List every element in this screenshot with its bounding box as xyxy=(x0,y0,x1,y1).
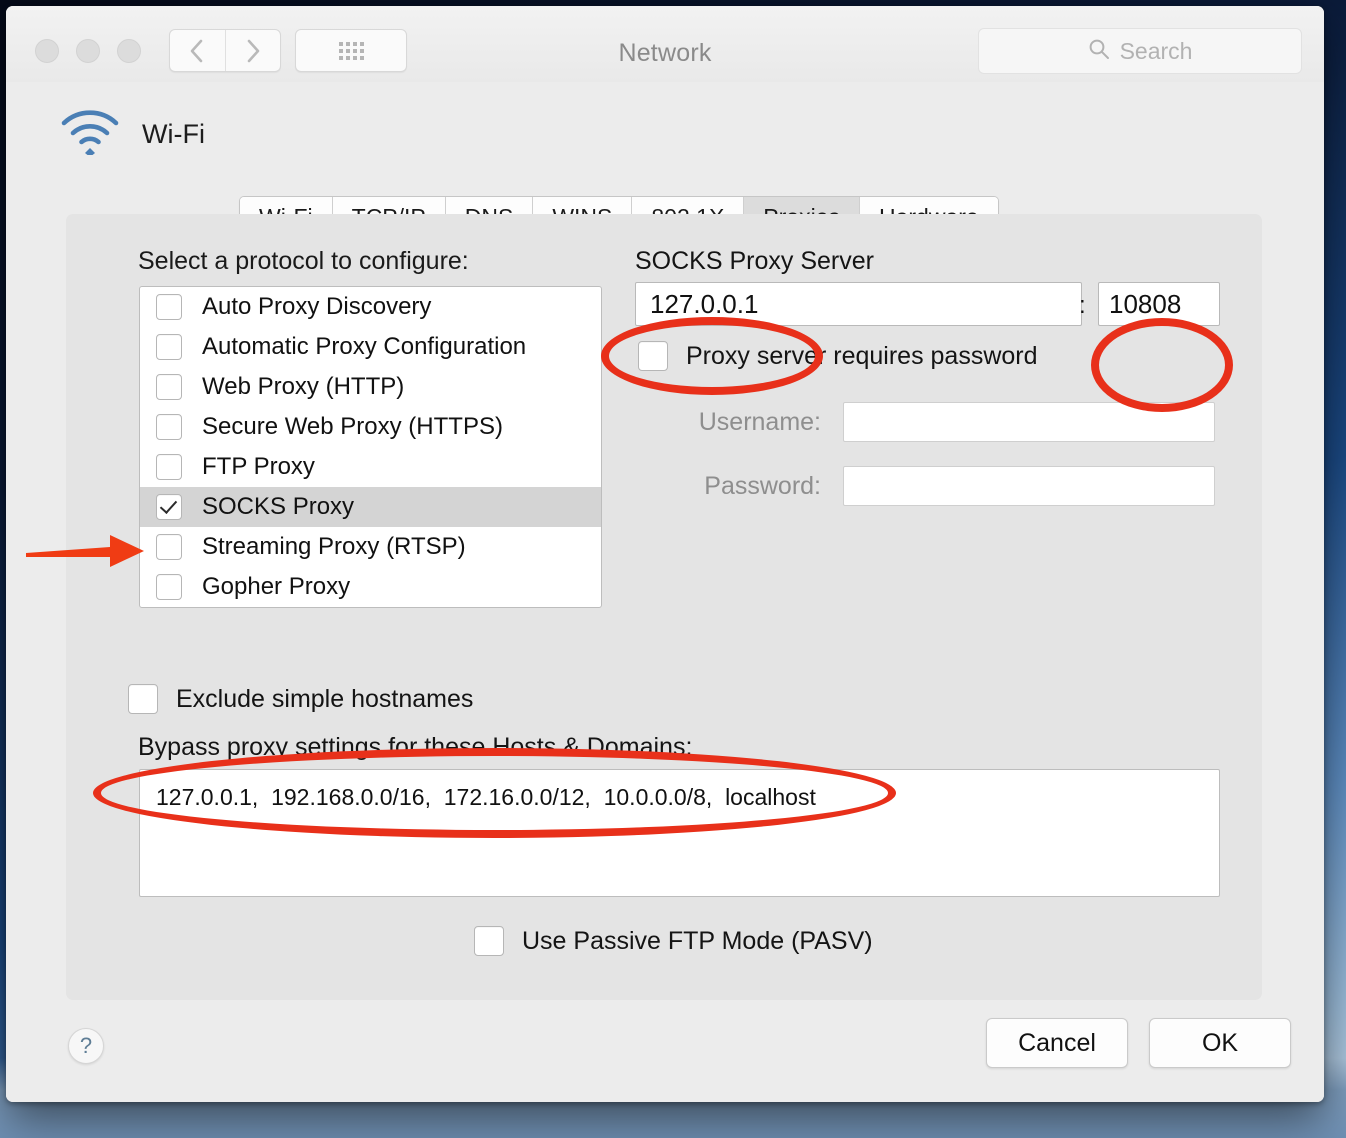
socks-host-value: 127.0.0.1 xyxy=(650,289,758,320)
checkbox-ftp-proxy[interactable] xyxy=(156,454,182,480)
password-label: Password: xyxy=(666,472,843,501)
search-icon xyxy=(1088,38,1110,65)
service-name: Wi-Fi xyxy=(142,119,205,150)
protocol-row-gopher-proxy[interactable]: Gopher Proxy xyxy=(140,567,601,607)
socks-port-value: 10808 xyxy=(1109,289,1181,320)
socks-host-input[interactable]: 127.0.0.1 xyxy=(635,282,1082,326)
password-field[interactable] xyxy=(843,466,1215,506)
wifi-icon xyxy=(60,109,120,160)
protocol-label: Secure Web Proxy (HTTPS) xyxy=(202,413,503,441)
username-row: Username: xyxy=(666,402,1215,442)
exclude-simple-hostnames-label: Exclude simple hostnames xyxy=(176,685,473,714)
password-row: Password: xyxy=(666,466,1215,506)
passive-ftp-label: Use Passive FTP Mode (PASV) xyxy=(522,927,873,956)
network-preferences-window: Network Search Wi-Fi Wi-Fi TCP/IP xyxy=(6,6,1324,1102)
username-field[interactable] xyxy=(843,402,1215,442)
checkbox-proxy-requires-password[interactable] xyxy=(638,341,668,371)
protocol-list[interactable]: Auto Proxy Discovery Automatic Proxy Con… xyxy=(139,286,602,608)
bypass-list-label: Bypass proxy settings for these Hosts & … xyxy=(138,733,692,762)
search-placeholder: Search xyxy=(1120,38,1193,65)
protocol-row-web-proxy-http[interactable]: Web Proxy (HTTP) xyxy=(140,367,601,407)
cancel-button[interactable]: Cancel xyxy=(986,1018,1128,1068)
checkbox-secure-web-proxy-https[interactable] xyxy=(156,414,182,440)
protocol-row-auto-proxy-discovery[interactable]: Auto Proxy Discovery xyxy=(140,287,601,327)
protocol-label: Web Proxy (HTTP) xyxy=(202,373,404,401)
passive-ftp-row[interactable]: Use Passive FTP Mode (PASV) xyxy=(474,926,873,956)
checkbox-use-passive-ftp-mode[interactable] xyxy=(474,926,504,956)
exclude-simple-hostnames-row[interactable]: Exclude simple hostnames xyxy=(128,684,473,714)
search-input[interactable]: Search xyxy=(978,28,1302,74)
protocol-label: Auto Proxy Discovery xyxy=(202,293,431,321)
protocol-label: SOCKS Proxy xyxy=(202,493,354,521)
host-port-separator: : xyxy=(1079,292,1086,320)
checkbox-auto-proxy-discovery[interactable] xyxy=(156,294,182,320)
protocol-row-streaming-proxy-rtsp[interactable]: Streaming Proxy (RTSP) xyxy=(140,527,601,567)
bypass-list-textarea[interactable]: 127.0.0.1, 192.168.0.0/16, 172.16.0.0/12… xyxy=(139,769,1220,897)
window-titlebar: Network Search xyxy=(6,6,1324,83)
preferences-content: Wi-Fi Wi-Fi TCP/IP DNS WINS 802.1X Proxi… xyxy=(6,82,1324,1102)
protocol-row-ftp-proxy[interactable]: FTP Proxy xyxy=(140,447,601,487)
protocol-label: Streaming Proxy (RTSP) xyxy=(202,533,466,561)
username-label: Username: xyxy=(666,408,843,437)
help-button[interactable]: ? xyxy=(68,1028,104,1064)
proxies-panel: Select a protocol to configure: Auto Pro… xyxy=(66,214,1262,1000)
checkbox-gopher-proxy[interactable] xyxy=(156,574,182,600)
socks-proxy-server-title: SOCKS Proxy Server xyxy=(635,247,874,276)
proxy-requires-password-label: Proxy server requires password xyxy=(686,342,1038,371)
proxy-requires-password-row[interactable]: Proxy server requires password xyxy=(638,341,1038,371)
service-header: Wi-Fi xyxy=(60,109,205,160)
protocol-label: FTP Proxy xyxy=(202,453,315,481)
protocol-list-heading: Select a protocol to configure: xyxy=(138,247,469,276)
socks-port-input[interactable]: 10808 xyxy=(1098,282,1220,326)
ok-button[interactable]: OK xyxy=(1149,1018,1291,1068)
bypass-list-value: 127.0.0.1, 192.168.0.0/16, 172.16.0.0/12… xyxy=(140,770,1219,811)
protocol-row-secure-web-proxy-https[interactable]: Secure Web Proxy (HTTPS) xyxy=(140,407,601,447)
protocol-label: Gopher Proxy xyxy=(202,573,350,601)
checkbox-web-proxy-http[interactable] xyxy=(156,374,182,400)
protocol-label: Automatic Proxy Configuration xyxy=(202,333,526,361)
protocol-row-socks-proxy[interactable]: SOCKS Proxy xyxy=(140,487,601,527)
checkbox-exclude-simple-hostnames[interactable] xyxy=(128,684,158,714)
protocol-row-automatic-proxy-configuration[interactable]: Automatic Proxy Configuration xyxy=(140,327,601,367)
checkbox-automatic-proxy-configuration[interactable] xyxy=(156,334,182,360)
checkbox-socks-proxy[interactable] xyxy=(156,494,182,520)
checkbox-streaming-proxy-rtsp[interactable] xyxy=(156,534,182,560)
